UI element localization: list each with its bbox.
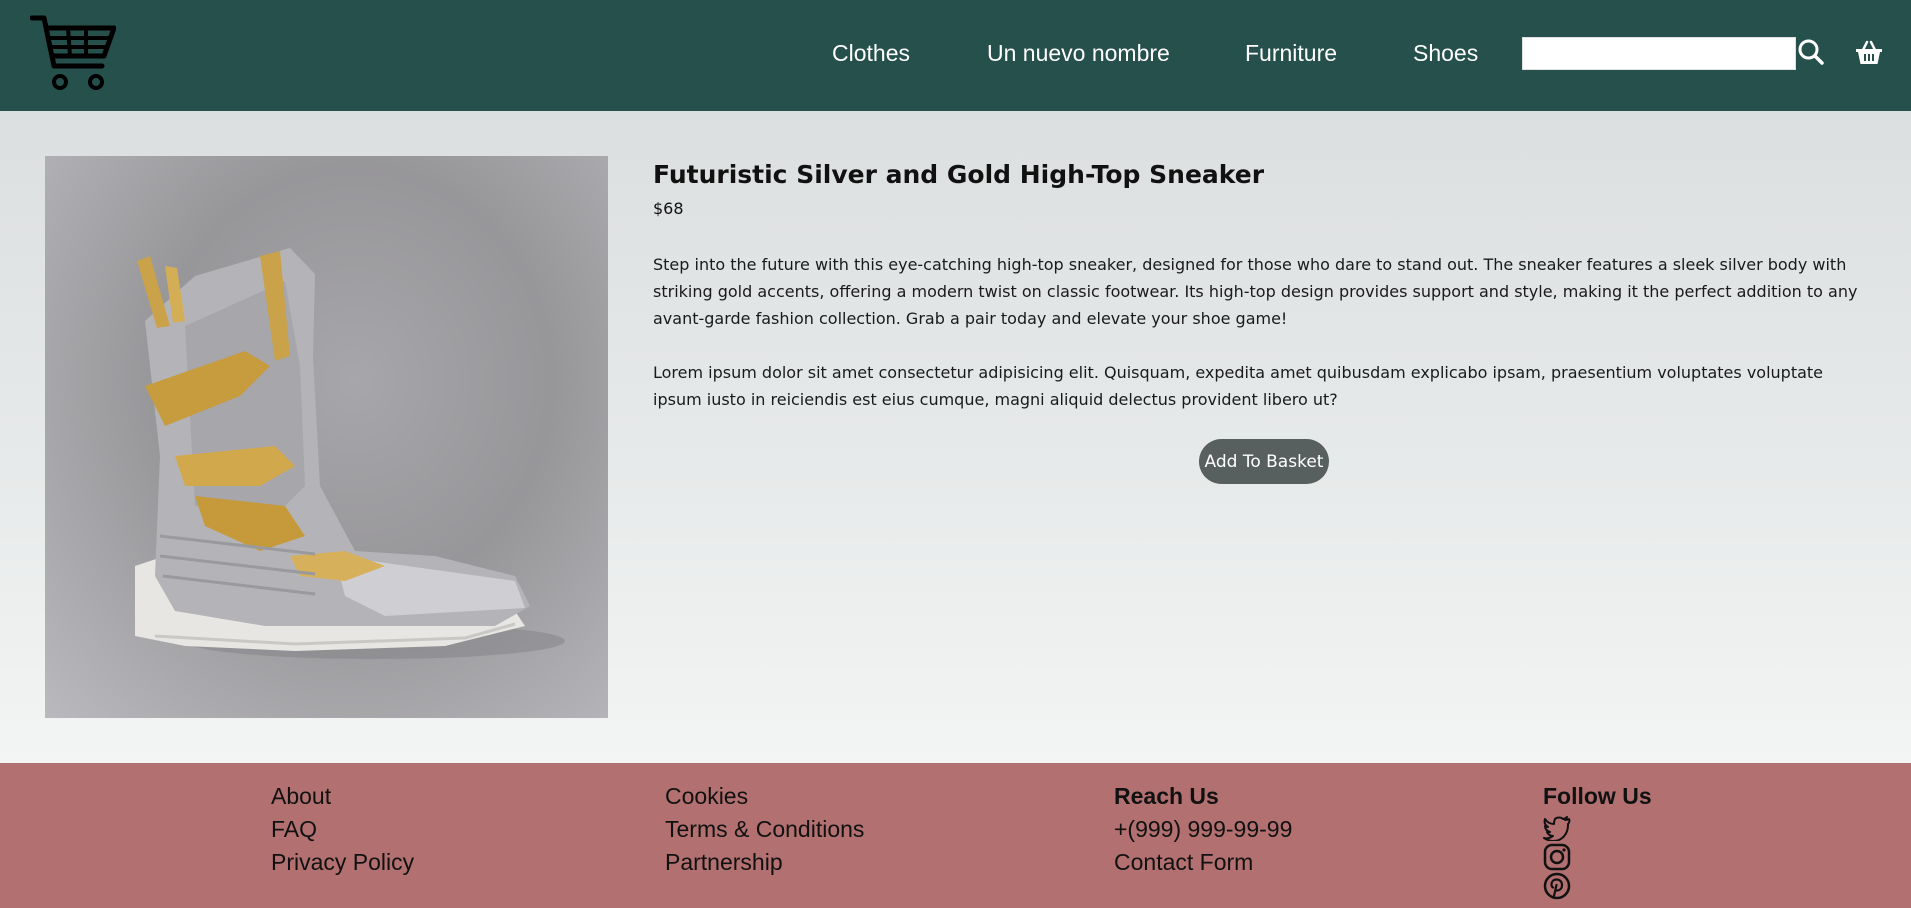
twitter-icon[interactable]	[1543, 813, 1571, 841]
nav-shoes[interactable]: Shoes	[1413, 38, 1478, 68]
footer-about-link[interactable]: About	[271, 782, 331, 810]
product-title: Futuristic Silver and Gold High-Top Snea…	[653, 160, 1265, 189]
sneaker-illustration	[135, 248, 565, 659]
product-section: Futuristic Silver and Gold High-Top Snea…	[0, 111, 1911, 763]
nav-un-nuevo-nombre[interactable]: Un nuevo nombre	[987, 38, 1170, 68]
add-to-basket-button[interactable]: Add To Basket	[1199, 439, 1329, 484]
footer-partnership-link[interactable]: Partnership	[665, 848, 783, 876]
reach-us-heading: Reach Us	[1114, 783, 1219, 809]
site-header: Clothes Un nuevo nombre Furniture Shoes	[0, 0, 1911, 111]
search-input[interactable]	[1522, 37, 1796, 70]
footer-terms-link[interactable]: Terms & Conditions	[665, 815, 864, 843]
contact-form-link[interactable]: Contact Form	[1114, 848, 1253, 876]
instagram-icon[interactable]	[1543, 843, 1571, 871]
footer-cookies-link[interactable]: Cookies	[665, 782, 748, 810]
footer-faq-link[interactable]: FAQ	[271, 815, 317, 843]
product-description: Step into the future with this eye-catch…	[653, 255, 1858, 328]
basket-icon[interactable]	[1854, 38, 1884, 68]
nav-furniture[interactable]: Furniture	[1245, 38, 1337, 68]
product-extra-text: Lorem ipsum dolor sit amet consectetur a…	[653, 363, 1824, 409]
site-footer: About FAQ Privacy Policy Cookies Terms &…	[0, 763, 1911, 908]
search-icon[interactable]	[1797, 38, 1825, 66]
footer-privacy-link[interactable]: Privacy Policy	[271, 848, 414, 876]
pinterest-icon[interactable]	[1543, 872, 1571, 900]
follow-us-heading: Follow Us	[1543, 783, 1652, 809]
product-image	[45, 156, 608, 718]
nav-clothes[interactable]: Clothes	[832, 38, 910, 68]
shopping-cart-icon[interactable]	[30, 14, 116, 94]
product-price: $68	[653, 199, 684, 218]
phone-number: +(999) 999-99-99	[1114, 816, 1293, 842]
